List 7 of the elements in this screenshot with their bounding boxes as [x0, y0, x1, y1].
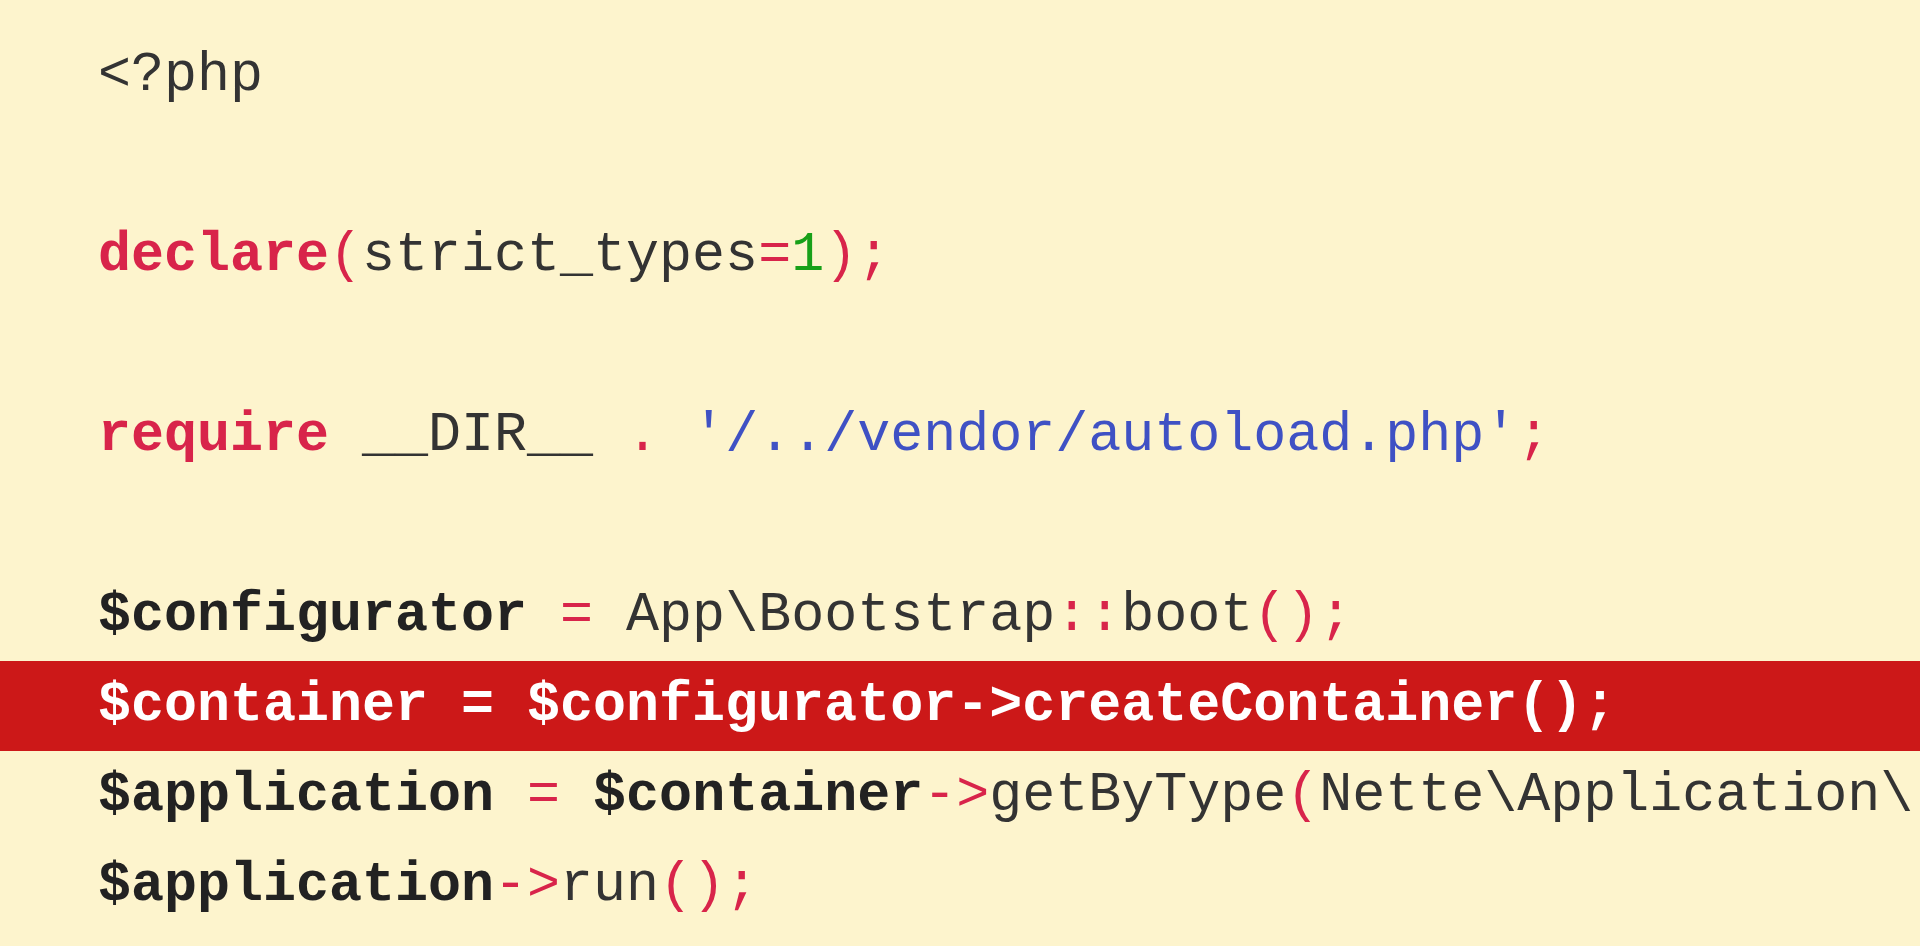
code-line: declare(strict_types=1);	[97, 224, 891, 288]
code-line: $application->run();	[97, 854, 759, 918]
highlighted-code-line: $container = $configurator->createContainer();	[97, 674, 1617, 738]
code-line: <?php	[97, 44, 264, 108]
code-line: require __DIR__ . '/../vendor/autoload.php';	[97, 404, 1551, 468]
code-line: $configurator = App\Bootstrap::boot();	[97, 584, 1353, 648]
code-line: $application = $container->getByType(Nette\Application\	[97, 764, 1914, 828]
